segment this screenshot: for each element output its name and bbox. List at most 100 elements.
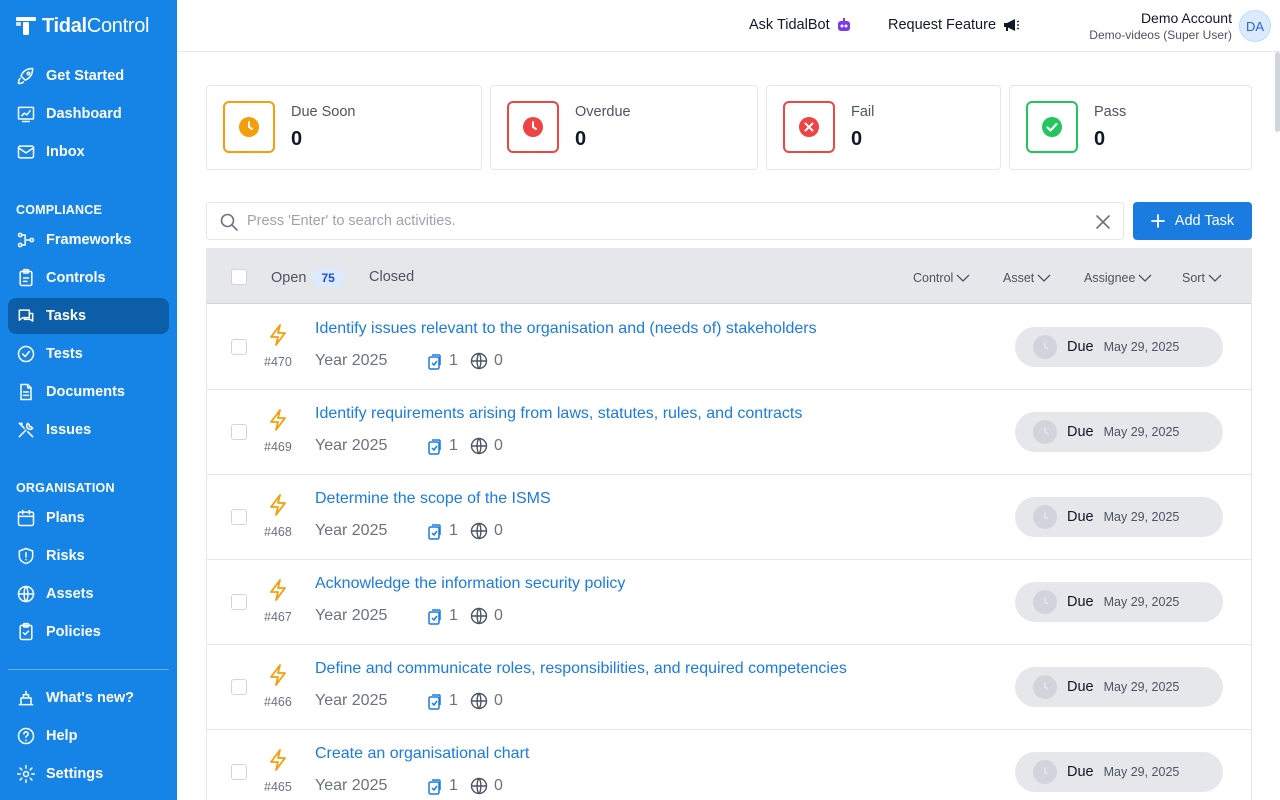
task-title[interactable]: Identify issues relevant to the organisa…	[315, 320, 817, 338]
clipboard-check-icon	[19, 622, 33, 641]
bolt-icon	[270, 749, 286, 771]
stat-card-due-soon[interactable]: Due Soon 0	[206, 85, 482, 170]
assets-count[interactable]: 0	[470, 522, 503, 540]
task-checkbox[interactable]	[231, 339, 247, 355]
due-date-pill[interactable]: Due May 29, 2025	[1015, 327, 1223, 367]
assets-count[interactable]: 0	[470, 692, 503, 710]
due-date-pill[interactable]: Due May 29, 2025	[1015, 412, 1223, 452]
nav-whats-new[interactable]: What's new?	[8, 680, 169, 716]
ask-tidalbot-link[interactable]: Ask TidalBot	[749, 17, 852, 33]
controls-count-value: 1	[449, 437, 458, 454]
task-checkbox[interactable]	[231, 764, 247, 780]
controls-count[interactable]: 1	[425, 352, 458, 370]
add-task-button[interactable]: Add Task	[1133, 202, 1252, 240]
nav-label: Tasks	[46, 308, 87, 324]
task-checkbox[interactable]	[231, 509, 247, 525]
nav-assets[interactable]: Assets	[8, 576, 169, 612]
filter-asset[interactable]: Asset	[1003, 271, 1051, 285]
main-content: Due Soon 0 Overdue 0 Fail 0 Pass 0 Add T…	[177, 52, 1280, 800]
controls-count[interactable]: 1	[425, 777, 458, 795]
controls-count[interactable]: 1	[425, 522, 458, 540]
task-row[interactable]: #469 Identify requirements arising from …	[207, 390, 1251, 475]
task-row[interactable]: #468 Determine the scope of the ISMS Yea…	[207, 475, 1251, 560]
task-id: #468	[264, 525, 292, 539]
nav-get-started[interactable]: Get Started	[8, 58, 169, 94]
nav-dashboard[interactable]: Dashboard	[8, 96, 169, 132]
tab-open[interactable]: Open 75	[271, 269, 344, 287]
task-title[interactable]: Create an organisational chart	[315, 745, 529, 763]
nav-help[interactable]: Help	[8, 718, 169, 754]
task-title[interactable]: Determine the scope of the ISMS	[315, 490, 551, 508]
nav-tasks[interactable]: Tasks	[8, 298, 169, 334]
account-info[interactable]: Demo Account Demo-videos (Super User)	[1089, 10, 1232, 42]
filter-assignee[interactable]: Assignee	[1084, 271, 1152, 285]
assets-count[interactable]: 0	[470, 607, 503, 625]
search-input[interactable]	[247, 203, 1077, 239]
globe-icon	[470, 437, 488, 455]
task-checkbox[interactable]	[231, 679, 247, 695]
nav-controls[interactable]: Controls	[8, 260, 169, 296]
task-title[interactable]: Acknowledge the information security pol…	[315, 575, 625, 593]
scrollbar[interactable]	[1275, 52, 1280, 132]
nav-tests[interactable]: Tests	[8, 336, 169, 372]
nav-plans[interactable]: Plans	[8, 500, 169, 536]
nav-issues[interactable]: Issues	[8, 412, 169, 448]
avatar[interactable]: DA	[1239, 10, 1271, 42]
topbar: Ask TidalBot Request Feature Demo Accoun…	[177, 0, 1280, 52]
account-role: Demo-videos (Super User)	[1089, 28, 1232, 42]
task-row[interactable]: #470 Identify issues relevant to the org…	[207, 305, 1251, 390]
task-title[interactable]: Identify requirements arising from laws,…	[315, 405, 802, 423]
task-title[interactable]: Define and communicate roles, responsibi…	[315, 660, 847, 678]
assets-count-value: 0	[494, 607, 503, 624]
stat-value: 0	[1094, 128, 1106, 150]
task-row[interactable]: #465 Create an organisational chart Year…	[207, 730, 1251, 800]
nav-label: Risks	[46, 548, 85, 564]
assets-count[interactable]: 0	[470, 352, 503, 370]
filter-control[interactable]: Control	[913, 271, 970, 285]
stat-value: 0	[575, 128, 587, 150]
globe-icon	[17, 585, 35, 603]
clear-icon[interactable]	[1096, 215, 1110, 229]
nav-frameworks[interactable]: Frameworks	[8, 222, 169, 258]
stat-value: 0	[851, 128, 863, 150]
due-date-pill[interactable]: Due May 29, 2025	[1015, 667, 1223, 707]
controls-count[interactable]: 1	[425, 607, 458, 625]
stat-card-fail[interactable]: Fail 0	[766, 85, 1001, 170]
clock-icon	[1033, 760, 1057, 784]
task-list: Open 75 Closed Control Asset Assignee So…	[206, 248, 1252, 800]
list-header: Open 75 Closed Control Asset Assignee So…	[207, 249, 1251, 304]
brand-logo[interactable]: TidalControl	[0, 0, 177, 52]
calendar-icon	[17, 509, 35, 527]
assets-count[interactable]: 0	[470, 437, 503, 455]
nav-policies[interactable]: Policies	[8, 614, 169, 650]
select-all-checkbox[interactable]	[231, 269, 247, 285]
task-checkbox[interactable]	[231, 424, 247, 440]
nav-inbox[interactable]: Inbox	[8, 134, 169, 170]
linked-controls-icon	[428, 524, 441, 540]
request-feature-link[interactable]: Request Feature	[888, 17, 1020, 33]
stat-card-pass[interactable]: Pass 0	[1009, 85, 1252, 170]
nav-label: Policies	[46, 624, 101, 640]
due-date-pill[interactable]: Due May 29, 2025	[1015, 582, 1223, 622]
task-checkbox[interactable]	[231, 594, 247, 610]
assets-count[interactable]: 0	[470, 777, 503, 795]
nav-documents[interactable]: Documents	[8, 374, 169, 410]
controls-count[interactable]: 1	[425, 692, 458, 710]
fail-icon	[783, 101, 835, 153]
nav-label: What's new?	[46, 690, 135, 706]
nav-settings[interactable]: Settings	[8, 756, 169, 792]
task-row[interactable]: #466 Define and communicate roles, respo…	[207, 645, 1251, 730]
nav-risks[interactable]: Risks	[8, 538, 169, 574]
nav-label: Documents	[46, 384, 125, 400]
stat-card-overdue[interactable]: Overdue 0	[490, 85, 758, 170]
due-date-pill[interactable]: Due May 29, 2025	[1015, 497, 1223, 537]
due-date-pill[interactable]: Due May 29, 2025	[1015, 752, 1223, 792]
controls-count-value: 1	[449, 777, 458, 794]
filter-sort[interactable]: Sort	[1182, 271, 1222, 285]
pass-icon	[1026, 101, 1078, 153]
tab-closed[interactable]: Closed	[369, 269, 414, 285]
task-year: Year 2025	[315, 692, 388, 709]
check-circle-icon	[17, 345, 35, 363]
task-row[interactable]: #467 Acknowledge the information securit…	[207, 560, 1251, 645]
controls-count[interactable]: 1	[425, 437, 458, 455]
